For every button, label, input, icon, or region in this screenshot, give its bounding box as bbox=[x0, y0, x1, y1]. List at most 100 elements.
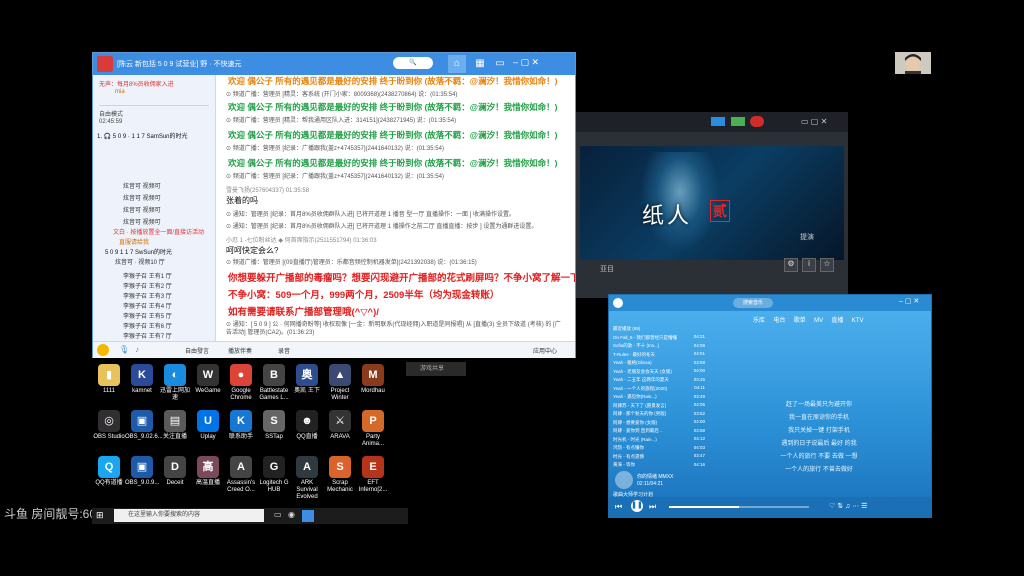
chat-message-area[interactable]: 欢迎 偶公子 所有的遇见都是最好的安排 终于盼到你 (故落不羁：@澜汐！我惜你如… bbox=[216, 75, 575, 341]
task-view-icon[interactable]: ▭ bbox=[274, 510, 282, 519]
desktop-icon[interactable]: ▤ 关注直播 bbox=[158, 410, 192, 441]
desktop-icon[interactable]: S Scrap Mechanic bbox=[323, 456, 357, 494]
yy-taskbar-icon[interactable] bbox=[302, 510, 314, 522]
desktop-icon[interactable]: D Deceit bbox=[158, 456, 192, 487]
room-item[interactable]: 李猴子召 王有5 厅 bbox=[123, 311, 172, 320]
member-item[interactable]: 炫音可 视频可 bbox=[123, 205, 161, 214]
desktop-icon[interactable]: ◐ 迅雷上网加速 bbox=[158, 364, 192, 402]
pause-button[interactable]: ❚❚ bbox=[631, 500, 643, 512]
info-icon[interactable]: i bbox=[802, 258, 816, 272]
desktop-icon[interactable]: K 联系助手 bbox=[224, 410, 258, 441]
accompany-button[interactable]: 播放伴奏 bbox=[228, 346, 252, 355]
room-item[interactable]: 李猴子召 王有4 厅 bbox=[123, 301, 172, 310]
room-item[interactable]: 李猴子召 王有2 厅 bbox=[123, 281, 172, 290]
desktop-icon[interactable]: ☻ QQ直播 bbox=[290, 410, 324, 441]
room-item[interactable]: 李猴子召 王有6 厅 bbox=[123, 321, 172, 330]
app-icon: A bbox=[296, 456, 318, 478]
room-item[interactable]: 炫音可 · 视频10 厅 bbox=[115, 257, 165, 266]
window-controls[interactable]: ▭ ▢ ✕ bbox=[801, 117, 827, 126]
desktop-icon[interactable]: E EFT Inferno[2... bbox=[356, 456, 390, 494]
desktop-icon-label: EFT Inferno[2... bbox=[358, 480, 388, 493]
now-playing-time: 02:11/04:21 bbox=[637, 481, 664, 487]
home-icon[interactable]: ⌂ bbox=[448, 55, 466, 73]
share-icon[interactable] bbox=[711, 117, 725, 126]
desktop-icon[interactable]: W WeGame bbox=[191, 364, 225, 395]
taskbar-search-input[interactable]: 在这里输入你要搜索的内容 bbox=[114, 509, 264, 522]
desktop-icon[interactable]: ⚔ ARAVA bbox=[323, 410, 357, 441]
member-item[interactable]: 炫音可 视频可 bbox=[123, 181, 161, 190]
desktop-icon-label: Logitech G HUB bbox=[259, 480, 289, 493]
room-item[interactable]: 李猴子召 王有3 厅 bbox=[123, 291, 172, 300]
desktop-icon[interactable]: ◎ OBS Studio bbox=[92, 410, 126, 441]
favorite-star-icon[interactable]: ☆ bbox=[820, 258, 834, 272]
avatar[interactable] bbox=[750, 116, 764, 127]
tab-playlists[interactable]: 歌单 bbox=[794, 318, 806, 324]
app-center-button[interactable]: 应用中心 bbox=[533, 346, 557, 355]
tab-live[interactable]: 直播 bbox=[831, 318, 843, 324]
member-item[interactable]: 炫音可 视频可 bbox=[123, 217, 161, 226]
desktop-icon[interactable]: Q QQ有道播 bbox=[92, 456, 126, 487]
mic-icon[interactable]: 🎙 bbox=[119, 345, 129, 354]
desktop-icon[interactable]: U Uplay bbox=[191, 410, 225, 441]
channel-item[interactable]: 5 0 9 1 1 7 SwSun的时光 bbox=[105, 247, 172, 256]
prev-icon[interactable]: ⏮ bbox=[615, 502, 622, 512]
desktop-icon[interactable]: A ARK Survival Evolved bbox=[290, 456, 324, 501]
desktop-icon[interactable]: ▲ Project Winter bbox=[323, 364, 357, 402]
desktop-icon[interactable]: P Party Anima... bbox=[356, 410, 390, 448]
app-icon: ⚔ bbox=[329, 410, 351, 432]
playback-controls-extra[interactable]: ♡ ⇅ ♫ ⋯ ☰ bbox=[829, 502, 867, 510]
avatar[interactable] bbox=[613, 298, 623, 308]
desktop-icon[interactable]: S SSTap bbox=[257, 410, 291, 441]
sidebar-notice-2[interactable]: mia bbox=[115, 89, 125, 95]
desktop-icon[interactable]: ● Google Chrome bbox=[224, 364, 258, 402]
desktop-icon[interactable]: A Assassin's Creed O... bbox=[224, 456, 258, 494]
settings-gear-icon[interactable]: ⚙ bbox=[784, 258, 798, 272]
tab-mv[interactable]: MV bbox=[814, 318, 823, 324]
desktop-icon[interactable]: ▣ OBS_9.0.9... bbox=[125, 456, 159, 487]
subchannel-item[interactable]: 文白 · 按播放置全一面/直接访活动 bbox=[113, 227, 204, 236]
desktop-icon[interactable]: G Logitech G HUB bbox=[257, 456, 291, 494]
windows-start-icon[interactable]: ⊞ bbox=[96, 510, 104, 521]
channel-item[interactable]: 1. 🎧 5 0 9 · 1 1 7 SamSun的时光 bbox=[97, 131, 188, 140]
tab-music-library[interactable]: 乐库 bbox=[753, 318, 765, 324]
desktop-icon[interactable]: M Mordhau bbox=[356, 364, 390, 395]
desktop-icon[interactable]: ▮ 1111 bbox=[92, 364, 126, 395]
desktop-icon[interactable]: ▣ OBS_9.02.6... bbox=[125, 410, 163, 441]
record-button[interactable]: 录音 bbox=[278, 346, 290, 355]
game-icon[interactable]: ▭ bbox=[491, 55, 509, 73]
free-mode-button[interactable]: 自由發言 bbox=[185, 346, 209, 355]
room-item[interactable]: 李猴子召 王有7 厅 bbox=[123, 331, 172, 340]
desktop-icon[interactable]: 奥奥凯 王下 bbox=[290, 364, 324, 395]
room-item[interactable]: 李猴子召 王有1 厅 bbox=[123, 271, 172, 280]
desktop-icon-label: QQ直播 bbox=[296, 434, 318, 440]
volume-icon[interactable]: ♪ bbox=[135, 345, 139, 354]
duration: 04:09 bbox=[693, 342, 705, 348]
duration: 03:58 bbox=[693, 359, 705, 365]
desktop-icon-label: ARK Survival Evolved bbox=[296, 480, 318, 500]
grid-icon[interactable]: ▦ bbox=[471, 55, 489, 73]
next-icon[interactable]: ⏭ bbox=[649, 502, 656, 512]
chat-titlebar: [陈云 新包括 5 0 9 试营业] 野 · 不快速元 🔍 ⌂ ▦ ▭ – ▢ … bbox=[93, 53, 575, 75]
progress-bar[interactable] bbox=[669, 506, 809, 508]
steam-icon[interactable]: ◉ bbox=[288, 510, 295, 519]
tab-ktv[interactable]: KTV bbox=[852, 318, 864, 324]
avatar[interactable] bbox=[97, 344, 109, 356]
album-cover[interactable] bbox=[615, 471, 633, 489]
subchannel-item[interactable]: 直服请给我 bbox=[119, 237, 149, 246]
member-item[interactable]: 炫音可 视频可 bbox=[123, 193, 161, 202]
tab-radio[interactable]: 电台 bbox=[773, 318, 785, 324]
desktop-icon[interactable]: Kkamnet bbox=[125, 364, 159, 395]
desktop-icon[interactable]: B Battlestate Games L... bbox=[257, 364, 291, 402]
game-share-tile[interactable]: 游戏共享 bbox=[406, 362, 466, 376]
sidebar-notice-1[interactable]: 无声：每月8%员收佣家入进 bbox=[99, 79, 174, 88]
music-tab-bar: 乐库 电台 歌单 MV 直播 KTV bbox=[753, 315, 863, 324]
video-player[interactable]: ▭ ▢ ✕ 纸人 贰 提演 亚目 ⚙ i ☆ bbox=[576, 112, 848, 298]
window-controls[interactable]: – ▢ ✕ bbox=[899, 297, 919, 305]
gift-icon[interactable] bbox=[731, 117, 745, 126]
desktop-icon-label: Party Anima... bbox=[361, 434, 384, 447]
music-search-input[interactable]: 搜索音乐 bbox=[733, 298, 773, 308]
desktop-icon[interactable]: 高高温直播 bbox=[191, 456, 225, 487]
app-icon: ◐ bbox=[164, 364, 186, 386]
search-input[interactable]: 🔍 bbox=[393, 57, 433, 69]
window-controls[interactable]: – ▢ ✕ bbox=[513, 57, 539, 68]
